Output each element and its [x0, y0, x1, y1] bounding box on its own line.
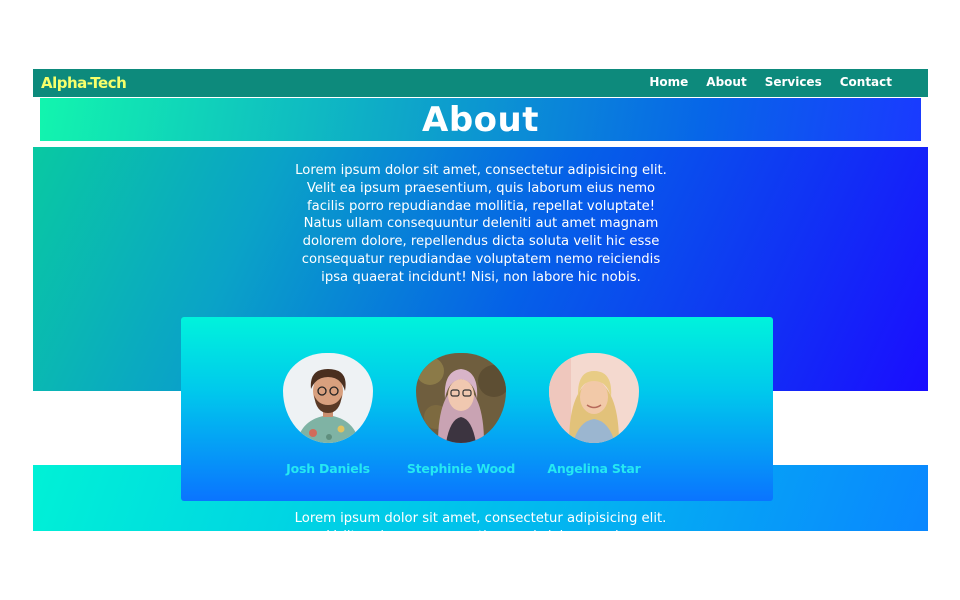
- nav-link-home[interactable]: Home: [649, 75, 688, 89]
- team-member: Angelina Star: [524, 353, 664, 476]
- member-avatar-photo: [416, 353, 506, 443]
- page-title: About: [422, 99, 539, 140]
- member-name: Angelina Star: [547, 461, 641, 476]
- member-name: Stephinie Wood: [406, 461, 516, 476]
- nav-link-contact[interactable]: Contact: [840, 75, 892, 89]
- team-card: Josh Daniels Stephinie Wood Angelina Sta…: [181, 317, 773, 501]
- nav-links: Home About Services Contact: [649, 75, 892, 89]
- lower-paragraph: Lorem ipsum dolor sit amet, consectetur …: [294, 511, 667, 531]
- member-avatar-photo: [549, 353, 639, 443]
- about-banner: About: [40, 98, 921, 141]
- nav-link-services[interactable]: Services: [765, 75, 822, 89]
- team-member: Stephinie Wood: [391, 353, 531, 476]
- navbar: Alpha-Tech Home About Services Contact: [33, 69, 928, 97]
- team-member: Josh Daniels: [258, 353, 398, 476]
- member-avatar-photo: [283, 353, 373, 443]
- brand-logo[interactable]: Alpha-Tech: [41, 74, 127, 92]
- nav-link-about[interactable]: About: [706, 75, 746, 89]
- member-name: Josh Daniels: [286, 461, 370, 476]
- page-viewport: Alpha-Tech Home About Services Contact A…: [33, 69, 928, 531]
- about-paragraph: Lorem ipsum dolor sit amet, consectetur …: [295, 163, 667, 285]
